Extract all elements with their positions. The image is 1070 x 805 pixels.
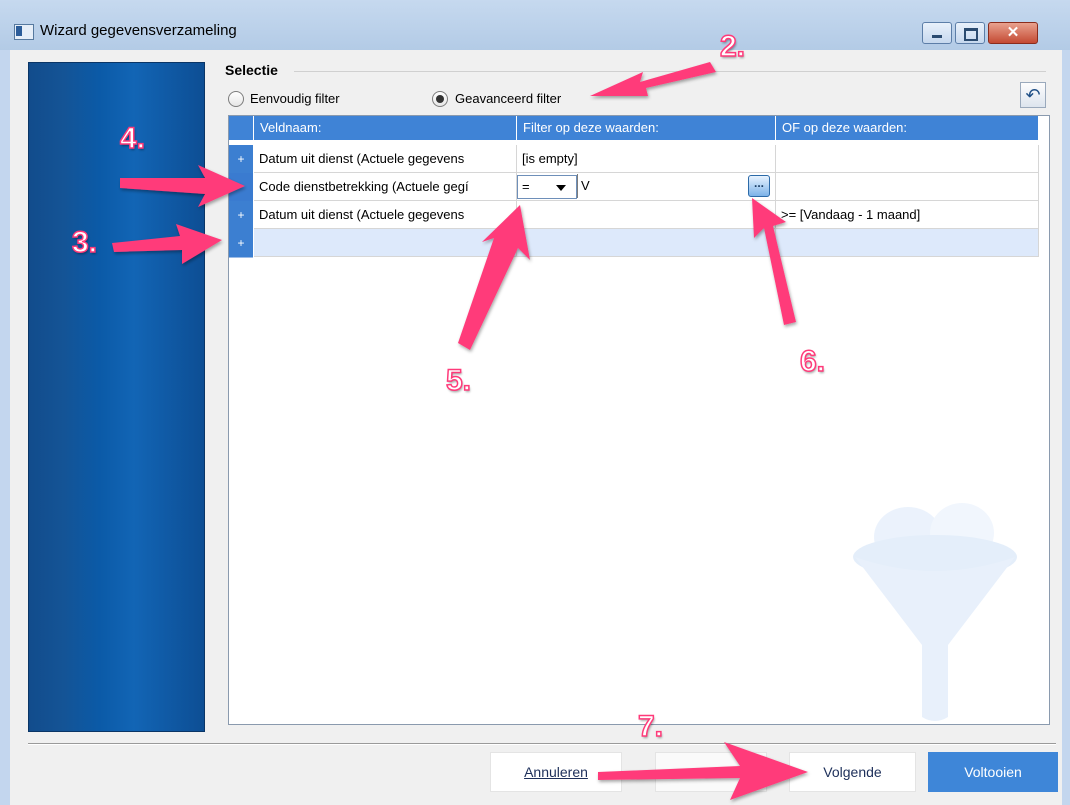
cell-text (517, 235, 522, 250)
annotation-number-6: 6. (799, 344, 826, 379)
annotation-number-5: 5. (445, 363, 472, 398)
filter-value-input[interactable]: V (577, 174, 590, 198)
window-frame-right (1062, 50, 1070, 805)
operator-value: = (522, 179, 530, 194)
next-button[interactable]: Volgende (789, 752, 916, 792)
finish-button[interactable]: Voltooien (928, 752, 1058, 792)
cancel-button[interactable]: Annuleren (490, 752, 622, 792)
column-header-or[interactable]: OF op deze waarden: (776, 116, 1039, 140)
finish-button-label: Voltooien (964, 764, 1022, 780)
radio-advanced-filter-label[interactable]: Geavanceerd filter (455, 91, 561, 106)
column-header-label: Filter op deze waarden: (523, 120, 659, 135)
row-expand-button[interactable]: + (229, 145, 253, 174)
cell-text (254, 235, 259, 250)
column-header-filter[interactable]: Filter op deze waarden: (517, 116, 776, 140)
annotation-number-7: 7. (637, 709, 664, 744)
selectie-divider (294, 71, 1046, 72)
cell-text (776, 235, 781, 250)
funnel-watermark-icon (853, 503, 1017, 721)
table-cell-or[interactable]: >= [Vandaag - 1 maand] (776, 201, 1039, 229)
cell-text: Datum uit dienst (Actuele gegevens (259, 151, 465, 166)
cell-text: Code dienstbetrekking (Actuele gegí (259, 179, 469, 194)
cancel-button-label: Annuleren (524, 764, 588, 780)
minimize-button[interactable] (922, 22, 952, 44)
close-button[interactable]: ✕ (988, 22, 1038, 44)
column-header-label: OF op deze waarden: (782, 120, 908, 135)
annotation-number-3: 3. (71, 225, 98, 260)
radio-simple-filter[interactable] (228, 91, 244, 107)
annotation-number-4: 4. (119, 121, 146, 156)
radio-advanced-filter[interactable] (432, 91, 448, 107)
table-cell-field[interactable]: Datum uit dienst (Actuele gegevens (254, 145, 517, 173)
ellipsis-button[interactable]: ... (748, 175, 770, 197)
cell-text (517, 207, 522, 222)
cell-text (776, 151, 781, 166)
table-cell-field[interactable] (254, 229, 517, 257)
column-header-veldnaam[interactable]: Veldnaam: (254, 116, 517, 140)
table-cell-or[interactable] (776, 145, 1039, 173)
window-frame-left (0, 50, 10, 805)
annotation-number-2: 2. (719, 29, 746, 64)
back-button[interactable] (655, 752, 767, 792)
operator-dropdown[interactable]: = (517, 175, 577, 199)
selectie-title: Selectie (225, 62, 278, 78)
table-cell-or[interactable] (776, 173, 1039, 201)
table-cell-filter[interactable] (517, 229, 776, 257)
close-icon: ✕ (1006, 24, 1020, 41)
table-cell-field[interactable]: Datum uit dienst (Actuele gegevens (254, 201, 517, 229)
table-cell-or[interactable] (776, 229, 1039, 257)
chevron-down-icon (556, 185, 566, 191)
footer-divider-highlight (28, 744, 1056, 745)
undo-icon[interactable]: ↶ (1020, 82, 1046, 108)
radio-simple-filter-label[interactable]: Eenvoudig filter (250, 91, 340, 106)
table-cell-filter[interactable] (517, 201, 776, 229)
next-button-label: Volgende (823, 764, 882, 780)
cell-text: >= [Vandaag - 1 maand] (781, 207, 921, 222)
maximize-button[interactable] (955, 22, 985, 44)
table-cell-field[interactable]: Code dienstbetrekking (Actuele gegí (254, 173, 517, 201)
title-bar: Wizard gegevensverzameling ✕ (0, 0, 1070, 50)
table-cell-filter[interactable]: [is empty] (517, 145, 776, 173)
app-icon (14, 24, 34, 40)
cell-text: Datum uit dienst (Actuele gegevens (259, 207, 465, 222)
window-title: Wizard gegevensverzameling (40, 22, 237, 39)
grid-corner (229, 116, 254, 140)
cell-text: [is empty] (522, 151, 578, 166)
cell-text (776, 179, 781, 194)
row-expand-button[interactable]: + (229, 201, 253, 230)
wizard-side-banner (28, 62, 205, 732)
column-header-label: Veldnaam: (260, 120, 322, 135)
row-selector[interactable] (229, 173, 253, 202)
new-row-button[interactable]: + (229, 229, 253, 258)
